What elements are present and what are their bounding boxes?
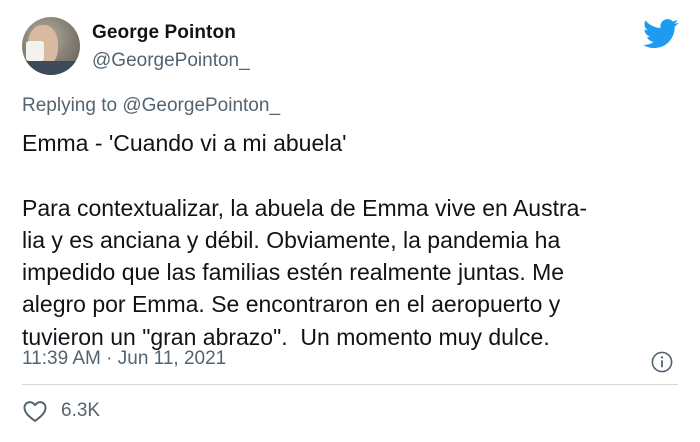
tweet-line: alegro por Emma. Se encontraron en el ae… — [22, 291, 561, 318]
tweet-timestamp[interactable]: 11:39 AM · Jun 11, 2021 — [22, 348, 226, 370]
heart-icon[interactable] — [22, 399, 48, 423]
tweet-line: impedido que las familias estén realment… — [22, 259, 565, 286]
tweet-line — [22, 159, 682, 191]
replying-to: Replying to @GeorgePointon_ — [22, 95, 280, 117]
avatar[interactable] — [22, 17, 80, 75]
like-action[interactable]: 6.3K — [22, 398, 100, 424]
tweet-card: George Pointon @GeorgePointon_ Replying … — [0, 0, 700, 442]
avatar-shirt — [22, 61, 80, 75]
replying-prefix: Replying to — [22, 95, 123, 116]
like-count: 6.3K — [61, 400, 101, 421]
author-handle[interactable]: @GeorgePointon_ — [92, 50, 250, 72]
info-icon[interactable] — [651, 351, 673, 373]
avatar-cup — [26, 41, 44, 61]
tweet-text: Emma - 'Cuando vi a mi abuela' Para cont… — [22, 127, 682, 353]
divider — [22, 384, 678, 385]
tweet-line: Emma - 'Cuando vi a mi abuela' — [22, 130, 347, 156]
author-name[interactable]: George Pointon — [92, 22, 236, 44]
tweet-line: Para contextualizar, la abuela de Emma v… — [22, 194, 588, 221]
twitter-bird-icon[interactable] — [643, 19, 679, 49]
tweet-line: lia y es anciana y débil. Obviamente, la… — [22, 226, 561, 253]
replying-handle-link[interactable]: @GeorgePointon_ — [122, 95, 280, 116]
